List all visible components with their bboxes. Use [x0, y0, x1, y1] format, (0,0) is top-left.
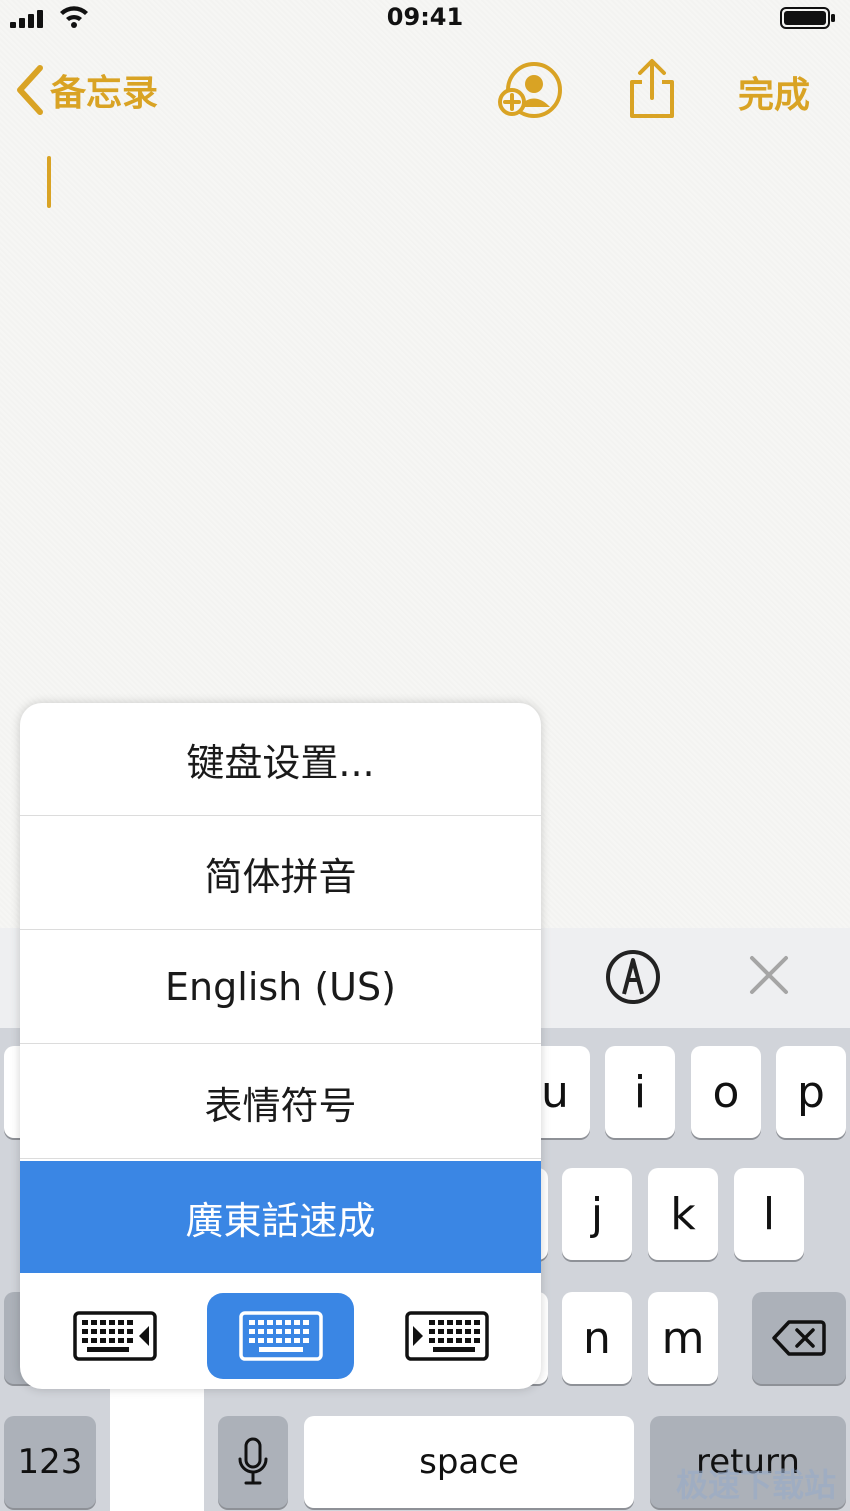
- key-p[interactable]: p: [776, 1046, 846, 1138]
- key-j[interactable]: j: [562, 1168, 632, 1260]
- close-icon[interactable]: [748, 954, 790, 996]
- key-m[interactable]: m: [648, 1292, 718, 1384]
- dictation-key[interactable]: [218, 1416, 288, 1508]
- delete-key[interactable]: [752, 1292, 846, 1384]
- keyboard-left-icon: [73, 1311, 157, 1361]
- battery-icon: [780, 7, 835, 29]
- keyboard-left-button[interactable]: [60, 1293, 170, 1379]
- keyboard-switcher-popup: 键盘设置... 简体拼音 English (US) 表情符号 廣東話速成: [20, 703, 541, 1389]
- share-icon[interactable]: [626, 58, 678, 120]
- popup-tail: [110, 1380, 204, 1511]
- key-l[interactable]: l: [734, 1168, 804, 1260]
- menu-item-simplified-pinyin[interactable]: 简体拼音: [20, 817, 541, 930]
- space-key[interactable]: space: [304, 1416, 634, 1508]
- add-person-icon[interactable]: [498, 60, 564, 120]
- menu-item-english-us[interactable]: English (US): [20, 931, 541, 1044]
- key-n[interactable]: n: [562, 1292, 632, 1384]
- backspace-icon: [772, 1320, 826, 1356]
- watermark: 极速下载站: [676, 1466, 837, 1504]
- microphone-icon: [238, 1437, 268, 1485]
- navigation-bar: 备忘录 完成: [0, 56, 850, 124]
- keyboard-center-icon: [238, 1311, 323, 1361]
- key-i[interactable]: i: [605, 1046, 675, 1138]
- key-k[interactable]: k: [648, 1168, 718, 1260]
- markup-pencil-icon[interactable]: [604, 948, 662, 1006]
- back-button[interactable]: 备忘录: [12, 62, 158, 118]
- keyboard-center-button[interactable]: [207, 1293, 354, 1379]
- status-bar: 09:41: [0, 0, 850, 40]
- text-cursor: [47, 156, 51, 208]
- back-label: 备忘录: [50, 73, 159, 114]
- keyboard-right-icon: [405, 1311, 489, 1361]
- done-button[interactable]: 完成: [738, 66, 810, 118]
- key-o[interactable]: o: [691, 1046, 761, 1138]
- keyboard-right-button[interactable]: [392, 1293, 502, 1379]
- menu-item-emoji[interactable]: 表情符号: [20, 1046, 541, 1159]
- menu-item-cantonese[interactable]: 廣東話速成: [20, 1161, 541, 1273]
- numbers-key[interactable]: 123: [4, 1416, 96, 1508]
- menu-item-keyboard-settings[interactable]: 键盘设置...: [20, 703, 541, 816]
- chevron-left-icon: [17, 65, 43, 115]
- status-time: 09:41: [386, 3, 464, 31]
